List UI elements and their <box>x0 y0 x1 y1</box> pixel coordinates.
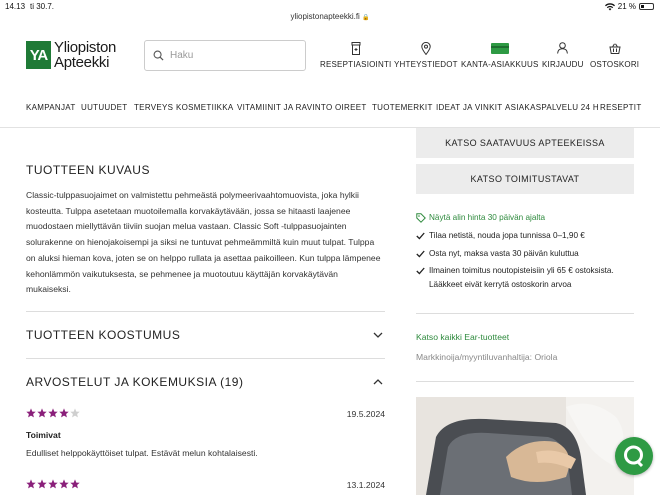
star-icon <box>37 479 47 489</box>
category-brands[interactable]: TUOTEMERKIT <box>372 103 433 112</box>
nav-prescription[interactable]: RESEPTIASIOINTI <box>320 40 391 69</box>
check-icon <box>416 266 429 280</box>
status-time: 14.13 <box>5 2 26 11</box>
review-rating <box>26 479 80 489</box>
category-health[interactable]: TERVEYS <box>134 103 173 112</box>
chevron-down-icon[interactable] <box>372 329 384 341</box>
logo-line-1: Yliopiston <box>54 39 117 56</box>
search-input[interactable] <box>170 50 290 61</box>
delivery-button[interactable]: KATSO TOIMITUSTAVAT <box>416 164 634 194</box>
availability-button[interactable]: KATSO SAATAVUUS APTEEKEISSA <box>416 128 634 158</box>
benefit-text: Tilaa netistä, nouda jopa tunnissa 0–1,9… <box>429 231 585 240</box>
star-icon <box>59 408 69 418</box>
nav-login[interactable]: KIRJAUDU <box>542 40 584 69</box>
nav-cart[interactable]: OSTOSKORI <box>590 40 639 69</box>
category-campaigns[interactable]: KAMPANJAT <box>26 103 76 112</box>
divider <box>416 381 634 382</box>
divider <box>26 311 385 312</box>
review-rating <box>26 408 80 418</box>
prescription-bottle-icon <box>351 40 361 56</box>
category-symptoms[interactable]: OIREET <box>335 103 367 112</box>
category-nav: KAMPANJAT UUTUUDET TERVEYS KOSMETIIKKA V… <box>0 90 660 128</box>
composition-accordion[interactable]: TUOTTEEN KOOSTUMUS <box>26 328 180 342</box>
star-icon <box>37 408 47 418</box>
battery-percent: 21 % <box>617 2 636 11</box>
review-date: 19.5.2024 <box>346 409 385 419</box>
review-title: Toimivat <box>26 430 61 440</box>
all-products-link[interactable]: Katso kaikki Ear-tuotteet <box>416 332 509 342</box>
star-icon <box>59 479 69 489</box>
star-icon <box>70 479 80 489</box>
logo-text: Yliopiston Apteekki <box>54 40 116 70</box>
nav-loyalty[interactable]: KANTA-ASIAKKUUS <box>461 40 539 69</box>
description-text: Classic-tulppasuojaimet on valmistettu p… <box>26 190 381 295</box>
nav-label: RESEPTIASIOINTI <box>320 60 392 69</box>
location-pin-icon <box>421 40 431 56</box>
nav-label: KIRJAUDU <box>542 60 584 69</box>
category-prescriptions[interactable]: RESEPTIT <box>600 103 642 112</box>
reviews-accordion[interactable]: ARVOSTELUT JA KOKEMUKSIA (19) <box>26 375 243 389</box>
category-service[interactable]: ASIAKASPALVELU 24 H <box>505 103 599 112</box>
logo-mark: YA <box>26 41 51 69</box>
manufacturer-text: Markkinoija/myyntiluvanhaltija: Oriola <box>416 352 558 362</box>
check-icon <box>416 231 429 245</box>
lock-icon: 🔒 <box>362 15 370 21</box>
loyalty-card-icon <box>490 40 509 56</box>
nav-label: YHTEYSTIEDOT <box>394 60 458 69</box>
chat-bubble-icon <box>624 445 644 468</box>
logo[interactable]: YA Yliopiston Apteekki <box>26 40 116 70</box>
wifi-icon <box>604 2 615 10</box>
search-box[interactable] <box>144 40 306 71</box>
logo-line-2: Apteekki <box>54 54 110 71</box>
benefit-item: Tilaa netistä, nouda jopa tunnissa 0–1,9… <box>416 229 585 245</box>
price-tag-icon <box>416 213 429 228</box>
search-icon <box>153 50 164 61</box>
status-date: ti 30.7. <box>30 2 55 11</box>
benefit-text: Osta nyt, maksa vasta 30 päivän kuluttua <box>429 249 579 258</box>
star-icon <box>26 408 36 418</box>
description-title: TUOTTEEN KUVAUS <box>26 163 150 177</box>
address-bar[interactable]: yliopistonapteekki.fi 🔒 <box>0 12 660 21</box>
benefit-text: Ilmainen toimitus noutopisteisiin yli 65… <box>429 266 614 289</box>
user-icon <box>557 40 569 56</box>
category-ideas[interactable]: IDEAT JA VINKIT <box>436 103 502 112</box>
url-text: yliopistonapteekki.fi <box>290 12 360 21</box>
chat-button[interactable] <box>615 437 653 475</box>
site-header: YA Yliopiston Apteekki RESEPTIASIOINTI Y… <box>0 26 660 90</box>
benefit-item: Osta nyt, maksa vasta 30 päivän kuluttua <box>416 247 579 263</box>
battery-icon <box>639 3 654 10</box>
lowest-price-link[interactable]: Näytä alin hinta 30 päivän ajalta <box>416 211 545 228</box>
category-cosmetics[interactable]: KOSMETIIKKA <box>176 103 234 112</box>
review-date: 13.1.2024 <box>346 480 385 490</box>
basket-icon <box>609 40 621 56</box>
status-bar: 14.13 ti 30.7. 21 % yliopistonapteekki.f… <box>0 0 660 21</box>
product-lifestyle-image <box>416 397 634 495</box>
benefit-item: Ilmainen toimitus noutopisteisiin yli 65… <box>416 264 638 292</box>
star-icon <box>70 408 80 418</box>
category-new[interactable]: UUTUUDET <box>81 103 127 112</box>
star-icon <box>48 479 58 489</box>
review-text: Edulliset helppokäyttöiset tulpat. Estäv… <box>26 448 258 458</box>
nav-contact[interactable]: YHTEYSTIEDOT <box>394 40 458 69</box>
lowest-price-text: Näytä alin hinta 30 päivän ajalta <box>429 213 546 222</box>
category-vitamins[interactable]: VITAMIINIT JA RAVINTO <box>237 103 333 112</box>
check-icon <box>416 249 429 263</box>
chevron-up-icon[interactable] <box>372 376 384 388</box>
divider <box>26 358 385 359</box>
nav-label: KANTA-ASIAKKUUS <box>461 60 539 69</box>
nav-label: OSTOSKORI <box>590 60 640 69</box>
divider <box>416 313 634 314</box>
status-right: 21 % <box>604 2 654 11</box>
star-icon <box>48 408 58 418</box>
star-icon <box>26 479 36 489</box>
